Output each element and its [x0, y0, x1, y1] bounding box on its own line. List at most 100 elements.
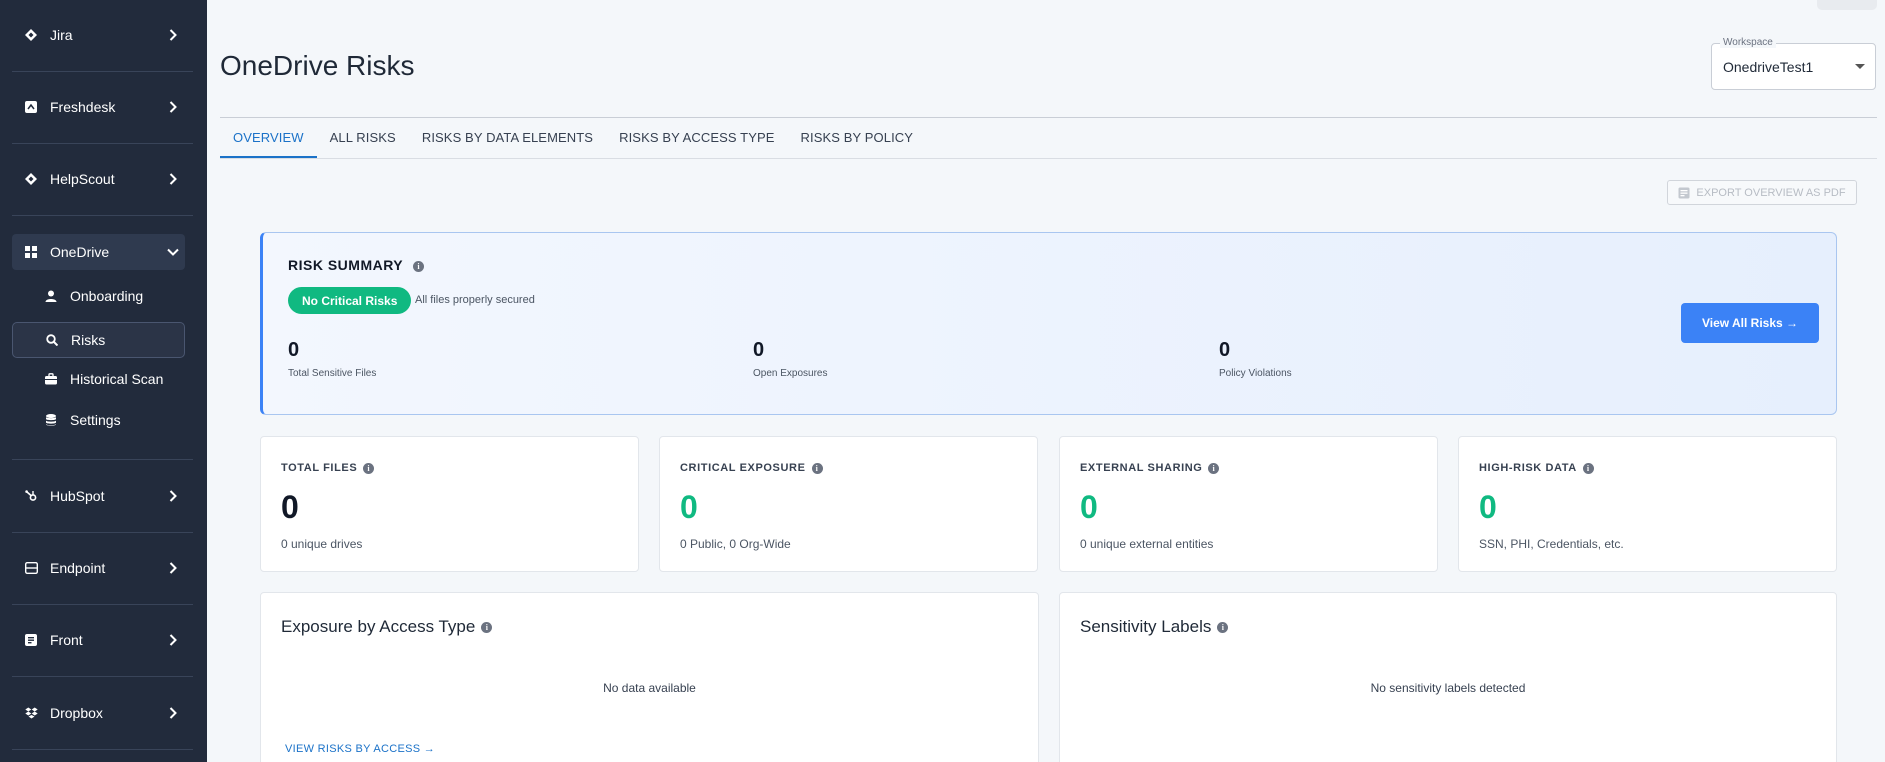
metric-total-sensitive-files: 0 Total Sensitive Files — [288, 339, 376, 379]
sidebar-item-historical-scan[interactable]: Historical Scan — [12, 361, 185, 397]
sidebar-item-risks[interactable]: Risks — [12, 322, 185, 358]
chevron-right-icon — [161, 707, 185, 719]
top-pill-button[interactable] — [1817, 0, 1877, 10]
stat-value: 0 — [1479, 489, 1497, 525]
stat-subtext: SSN, PHI, Credentials, etc. — [1479, 537, 1624, 551]
stat-title-text: TOTAL FILES — [281, 462, 358, 474]
sidebar-item-dropbox[interactable]: Dropbox — [12, 695, 185, 731]
diamond-icon — [24, 172, 38, 186]
sidebar-item-onedrive[interactable]: OneDrive — [12, 234, 185, 270]
stat-value: 0 — [281, 489, 299, 525]
view-risks-by-access-link[interactable]: VIEW RISKS BY ACCESS → — [285, 743, 435, 755]
chevron-right-icon — [161, 634, 185, 646]
dropbox-icon — [24, 706, 38, 720]
metric-label: Open Exposures — [753, 368, 828, 379]
risk-summary-title-text: RISK SUMMARY — [288, 257, 403, 273]
workspace-select[interactable]: Workspace OnedriveTest1 — [1711, 37, 1876, 90]
sidebar-item-label: Historical Scan — [70, 371, 164, 387]
sidebar-item-helpscout[interactable]: HelpScout — [12, 161, 185, 197]
sidebar-divider — [12, 71, 193, 72]
stat-card-critical-exposure: CRITICAL EXPOSURE i 0 0 Public, 0 Org-Wid… — [659, 436, 1038, 572]
chevron-down-icon — [161, 248, 185, 256]
stat-card-high-risk-data: HIGH-RISK DATA i 0 SSN, PHI, Credentials,… — [1458, 436, 1837, 572]
sidebar-item-label: Jira — [50, 27, 73, 43]
stat-title-text: HIGH-RISK DATA — [1479, 462, 1577, 474]
panel-sensitivity-labels: Sensitivity Labels i No sensitivity label… — [1059, 592, 1837, 762]
chevron-right-icon — [161, 101, 185, 113]
info-icon[interactable]: i — [1582, 462, 1594, 474]
risk-summary-title: RISK SUMMARY i — [288, 257, 425, 273]
stat-subtext: 0 unique external entities — [1080, 537, 1214, 551]
metric-value: 0 — [1219, 339, 1231, 361]
sidebar-item-freshdesk[interactable]: Freshdesk — [12, 89, 185, 125]
sidebar-item-label: HubSpot — [50, 488, 105, 504]
divider — [220, 158, 1877, 159]
info-icon[interactable]: i — [363, 462, 375, 474]
info-icon[interactable]: i — [413, 260, 425, 272]
front-icon — [24, 633, 38, 647]
sidebar-item-settings[interactable]: Settings — [12, 402, 185, 438]
stat-title: TOTAL FILES i — [281, 462, 375, 474]
sidebar-divider — [12, 459, 193, 460]
chevron-right-icon — [161, 29, 185, 41]
tab-risks-by-data-elements[interactable]: RISKS BY DATA ELEMENTS — [409, 118, 606, 158]
panel-exposure-by-access-type: Exposure by Access Type i No data availab… — [260, 592, 1039, 762]
sidebar-item-label: HelpScout — [50, 171, 115, 187]
tab-risks-by-policy[interactable]: RISKS BY POLICY — [788, 118, 927, 158]
status-badge: No Critical Risks — [288, 287, 412, 314]
monitor-icon — [24, 561, 38, 575]
sidebar-item-hubspot[interactable]: HubSpot — [12, 478, 185, 514]
ticket-icon — [24, 100, 38, 114]
stat-card-total-files: TOTAL FILES i 0 0 unique drives — [260, 436, 639, 572]
grid-icon — [24, 245, 38, 259]
info-icon[interactable]: i — [1208, 462, 1220, 474]
pdf-icon — [1678, 187, 1690, 199]
stat-value: 0 — [1080, 489, 1098, 525]
export-pdf-label: EXPORT OVERVIEW AS PDF — [1696, 186, 1846, 199]
hubspot-icon — [24, 489, 38, 503]
user-icon — [44, 289, 58, 303]
tab-risks-by-access-type[interactable]: RISKS BY ACCESS TYPE — [606, 118, 787, 158]
sidebar-item-onboarding[interactable]: Onboarding — [12, 278, 185, 314]
info-icon[interactable]: i — [481, 621, 493, 633]
tab-bar: OVERVIEW ALL RISKS RISKS BY DATA ELEMENT… — [220, 118, 926, 158]
tab-all-risks[interactable]: ALL RISKS — [317, 118, 409, 158]
info-icon[interactable]: i — [1217, 621, 1229, 633]
page-title: OneDrive Risks — [220, 50, 415, 81]
stat-subtext: 0 unique drives — [281, 537, 363, 551]
sidebar-item-label: OneDrive — [50, 244, 110, 260]
metric-label: Policy Violations — [1219, 368, 1292, 379]
sidebar-item-endpoint[interactable]: Endpoint — [12, 550, 185, 586]
stat-title-text: EXTERNAL SHARING — [1080, 462, 1203, 474]
sidebar-divider — [12, 215, 193, 216]
sidebar-item-label: Risks — [71, 332, 106, 348]
chevron-right-icon — [161, 490, 185, 502]
sidebar-item-jira[interactable]: Jira — [12, 17, 185, 53]
database-icon — [44, 413, 58, 427]
metric-label: Total Sensitive Files — [288, 368, 377, 379]
metric-policy-violations: 0 Policy Violations — [1219, 339, 1292, 379]
search-icon — [45, 333, 59, 347]
sidebar-item-front[interactable]: Front — [12, 622, 185, 658]
export-pdf-button[interactable]: EXPORT OVERVIEW AS PDF — [1667, 180, 1857, 205]
sidebar-divider — [12, 676, 193, 677]
sidebar-divider — [12, 749, 193, 750]
metric-value: 0 — [753, 339, 765, 361]
diamond-icon — [24, 28, 38, 42]
workspace-label: Workspace — [1720, 37, 1776, 48]
stat-subtext: 0 Public, 0 Org-Wide — [680, 537, 791, 551]
stat-title: HIGH-RISK DATA i — [1479, 462, 1594, 474]
stat-title: CRITICAL EXPOSURE i — [680, 462, 823, 474]
chevron-right-icon — [161, 562, 185, 574]
sidebar-item-label: Front — [50, 632, 83, 648]
info-icon[interactable]: i — [811, 462, 823, 474]
briefcase-icon — [44, 372, 58, 386]
tab-overview[interactable]: OVERVIEW — [220, 118, 317, 158]
view-all-risks-button[interactable]: View All Risks → — [1681, 303, 1819, 343]
panel-title: Sensitivity Labels i — [1080, 617, 1229, 637]
sidebar-item-label: Settings — [70, 412, 121, 428]
sidebar-item-label: Dropbox — [50, 705, 103, 721]
sidebar: Jira Freshdesk HelpScout OneDrive Onboar… — [0, 0, 207, 762]
sidebar-item-label: Freshdesk — [50, 99, 116, 115]
sidebar-item-label: Endpoint — [50, 560, 106, 576]
